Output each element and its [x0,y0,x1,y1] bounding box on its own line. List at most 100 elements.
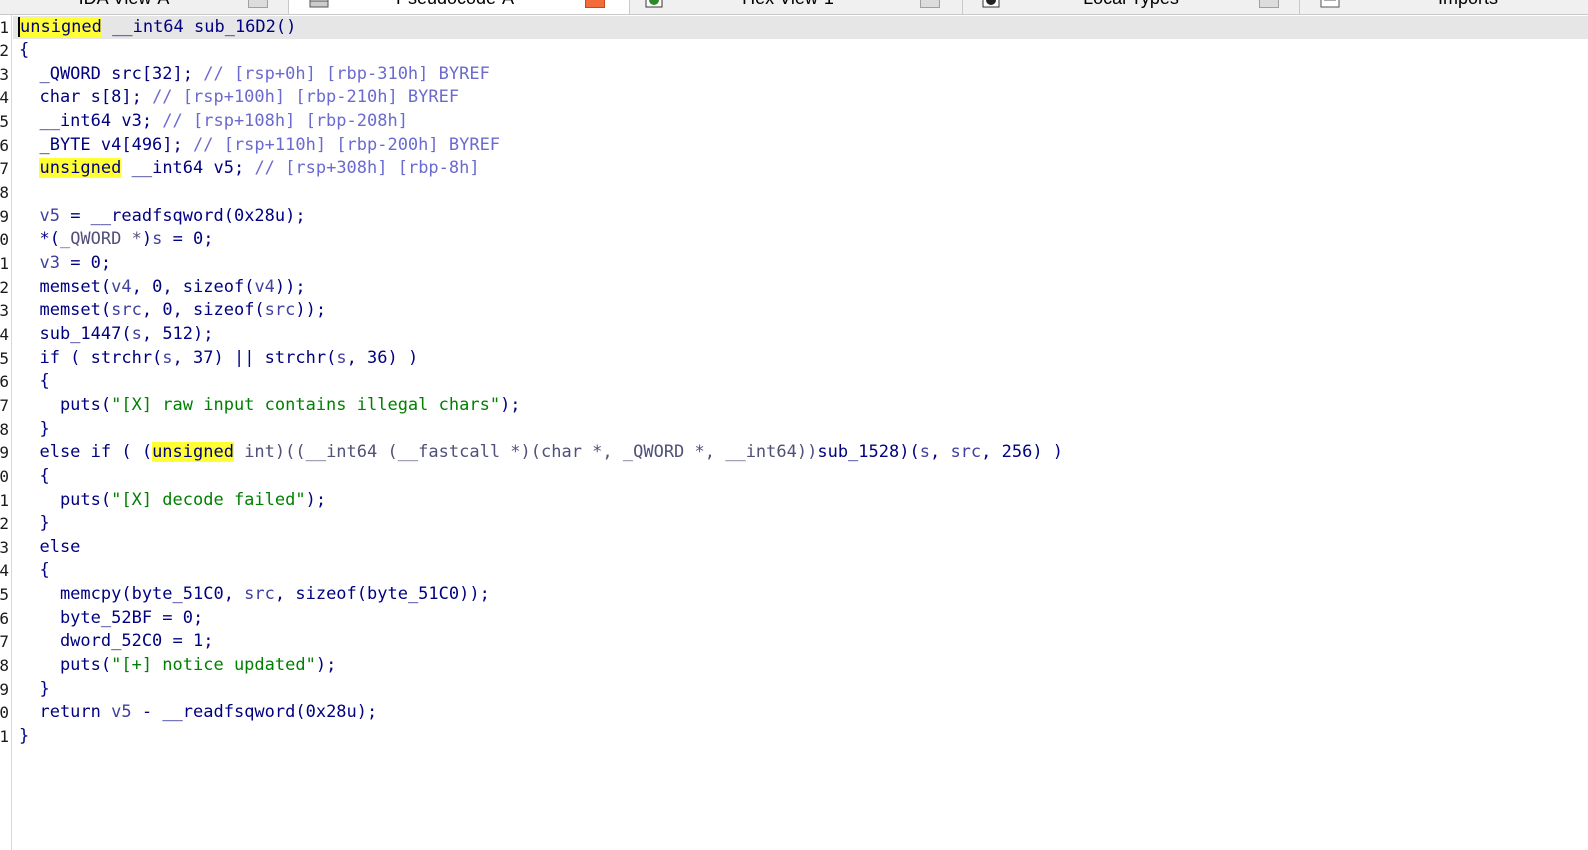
highlighted-token[interactable]: unsigned [39,158,122,179]
code-token[interactable]: s [152,229,162,249]
code-token[interactable]: v5 [39,206,59,226]
code-token[interactable]: // [rsp+308h] [rbp-8h] [254,158,479,178]
code-line[interactable]: } [13,512,1588,536]
code-token[interactable]: } [19,419,49,439]
code-line[interactable]: { [13,370,1588,394]
code-token[interactable]: _BYTE v4[496]; [19,135,193,155]
code-token[interactable]: - __readfsqword(0x28u); [132,702,377,722]
code-token[interactable]: __int64 v3; [19,111,162,131]
code-line[interactable]: dword_52C0 = 1; [13,630,1588,654]
code-line[interactable]: __int64 v3; // [rsp+108h] [rbp-208h] [13,110,1588,134]
code-line[interactable]: } [13,678,1588,702]
code-token[interactable]: , [930,442,950,462]
code-token[interactable]: { [19,560,49,580]
code-token[interactable]: { [19,371,49,391]
code-token[interactable]: , 0, sizeof( [142,300,265,320]
code-token[interactable]: s [920,442,930,462]
code-line[interactable]: memcpy(byte_51C0, src, sizeof(byte_51C0)… [13,583,1588,607]
code-token[interactable]: sub_1447( [19,324,131,344]
code-line[interactable]: { [13,559,1588,583]
code-token[interactable]: *( [19,229,59,249]
code-token[interactable]: s [336,348,346,368]
code-token[interactable]: // [rsp+108h] [rbp-208h] [162,111,408,131]
code-token[interactable]: src [950,442,981,462]
code-token[interactable]: , 0, sizeof( [132,277,255,297]
code-token[interactable]: src [244,584,275,604]
code-token[interactable]: _QWORD * [60,229,142,249]
code-line[interactable]: memset(src, 0, sizeof(src)); [13,299,1588,323]
code-token[interactable]: = 0; [162,229,214,249]
code-token[interactable]: if ( strchr( [19,348,162,368]
code-token[interactable]: puts( [19,395,111,415]
code-line[interactable]: _BYTE v4[496]; // [rsp+110h] [rbp-200h] … [13,134,1588,158]
code-token[interactable]: { [19,40,29,60]
code-token[interactable]: , 37) || strchr( [173,348,337,368]
code-line-current[interactable]: unsigned __int64 sub_16D2() [13,15,1588,40]
code-view[interactable]: unsigned __int64 sub_16D2(){ _QWORD src[… [13,15,1588,850]
close-icon[interactable] [1259,0,1279,8]
code-token[interactable]: byte_52BF = 0; [19,608,203,628]
highlighted-token[interactable]: unsigned [18,16,102,37]
code-token[interactable]: sub_1528)( [817,442,919,462]
code-token[interactable]: )); [295,300,326,320]
code-token[interactable]: src [111,300,142,320]
code-token[interactable]: ); [306,490,326,510]
close-icon[interactable] [920,0,940,8]
code-token[interactable]: __int64 v5; [121,158,254,178]
code-token[interactable]: "[+] notice updated" [111,655,316,675]
code-token[interactable]: // [rsp+100h] [rbp-210h] BYREF [152,87,459,107]
code-token[interactable]: { [19,466,49,486]
code-token[interactable]: "[X] decode failed" [111,490,305,510]
code-token[interactable]: v5 [111,702,131,722]
code-token[interactable] [19,206,39,226]
code-token[interactable]: v4 [111,277,131,297]
code-token[interactable]: } [19,513,49,533]
code-line[interactable]: puts("[X] raw input contains illegal cha… [13,394,1588,418]
code-token[interactable]: return [19,702,111,722]
tab-imports[interactable]: Imports [1300,0,1588,14]
code-line[interactable]: v3 = 0; [13,252,1588,276]
code-token[interactable]: = 0; [60,253,111,273]
code-line[interactable]: if ( strchr(s, 37) || strchr(s, 36) ) [13,347,1588,371]
code-line[interactable]: { [13,39,1588,63]
code-token[interactable]: = __readfsqword(0x28u); [60,206,305,226]
code-line[interactable]: else [13,536,1588,560]
tab-local-types[interactable]: Local Types [963,0,1299,14]
code-line[interactable]: } [13,418,1588,442]
code-token[interactable]: , 36) ) [347,348,419,368]
code-line[interactable]: puts("[X] decode failed"); [13,489,1588,513]
code-line[interactable]: *(_QWORD *)s = 0; [13,228,1588,252]
code-token[interactable]: ); [316,655,336,675]
code-token[interactable]: } [19,679,49,699]
code-token[interactable]: )); [275,277,306,297]
code-token[interactable]: _QWORD src[32]; [19,64,203,84]
code-line[interactable]: v5 = __readfsqword(0x28u); [13,205,1588,229]
code-token[interactable]: ); [500,395,520,415]
code-token[interactable]: "[X] raw input contains illegal chars" [111,395,500,415]
code-line[interactable]: char s[8]; // [rsp+100h] [rbp-210h] BYRE… [13,86,1588,110]
code-token[interactable]: s [132,324,142,344]
tab-ida-view-a[interactable]: IDA View-A [0,0,288,14]
code-token[interactable]: dword_52C0 = 1; [19,631,214,651]
code-token[interactable]: int)((__int64 (__fastcall *)(char *, _QW… [234,442,817,462]
code-token[interactable]: ) [142,229,152,249]
code-token[interactable]: , 256) ) [981,442,1063,462]
code-token[interactable]: , 512); [142,324,214,344]
code-token[interactable]: puts( [19,655,111,675]
code-line[interactable]: unsigned __int64 v5; // [rsp+308h] [rbp-… [13,157,1588,181]
code-token[interactable]: v4 [254,277,274,297]
code-line[interactable] [13,181,1588,205]
code-token[interactable]: memset( [19,277,111,297]
code-token[interactable]: src [265,300,296,320]
code-token[interactable]: else [19,537,80,557]
code-line[interactable]: sub_1447(s, 512); [13,323,1588,347]
code-token[interactable]: , sizeof(byte_51C0)); [275,584,490,604]
pseudocode-editor[interactable]: 1 2 3 4 5 6 7 8 9 0 1 2 3 4 5 6 7 8 9 0 1 2 3 4 5 6 7 8 9 0 1 unsigned… [0,15,1588,850]
tab-hex-view-1[interactable]: Hex View-1 [630,0,962,14]
code-token[interactable]: memcpy(byte_51C0, [19,584,244,604]
code-token[interactable]: // [rsp+0h] [rbp-310h] BYREF [203,64,490,84]
code-token[interactable]: // [rsp+110h] [rbp-200h] BYREF [193,135,500,155]
code-line[interactable]: memset(v4, 0, sizeof(v4)); [13,276,1588,300]
code-line[interactable]: return v5 - __readfsqword(0x28u); [13,701,1588,725]
code-token[interactable]: char s[8]; [19,87,152,107]
